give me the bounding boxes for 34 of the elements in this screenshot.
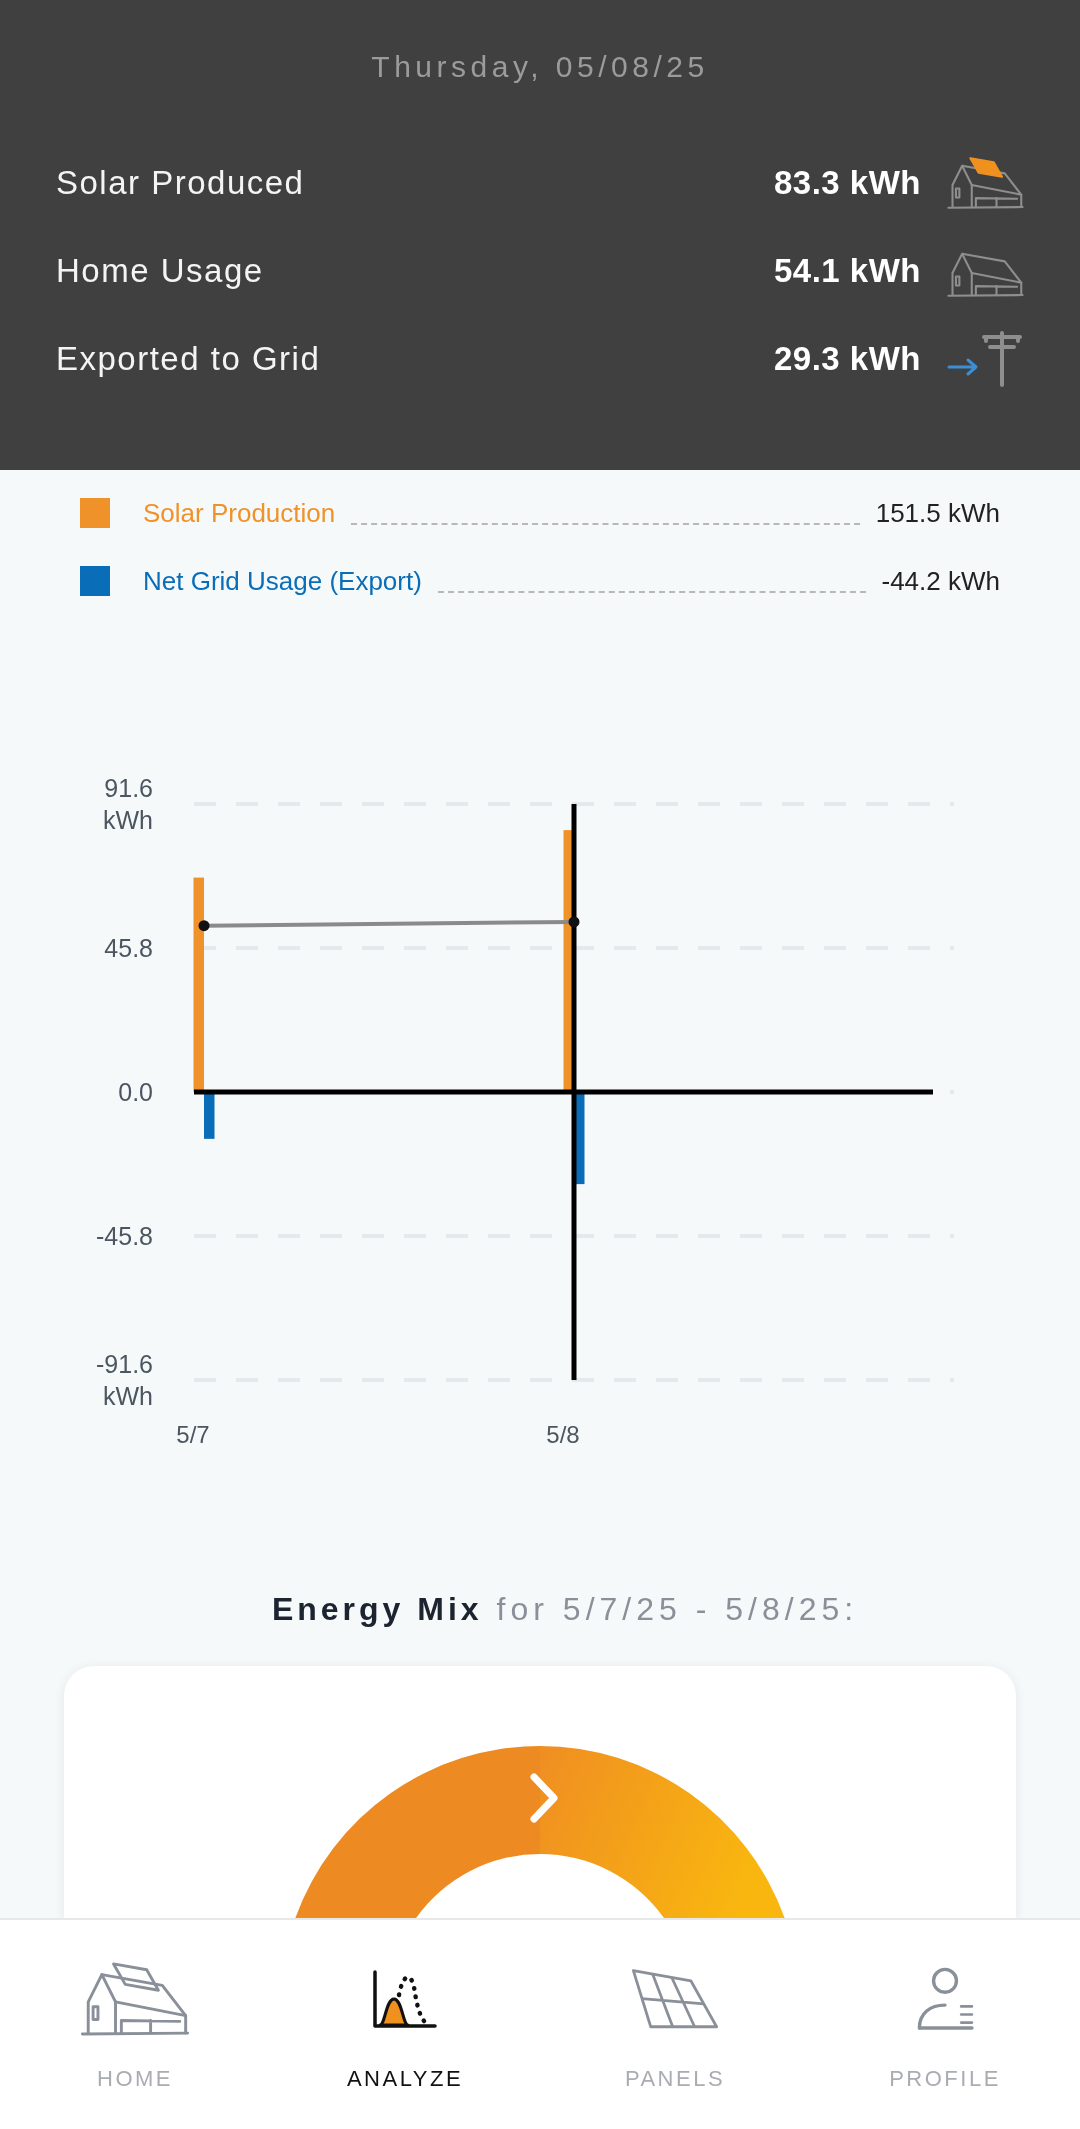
solar-panel-icon (632, 1969, 718, 2029)
stat-value: 83.3 kWh (773, 163, 921, 204)
stat-label: Home Usage (56, 251, 264, 292)
house-icon (80, 1961, 190, 2037)
data-point (198, 920, 210, 932)
section-title: Energy Mix (271, 1590, 483, 1629)
y-axis-label: -91.6 kWh (96, 1350, 153, 1410)
date-label: Thursday, 05/08/25 (371, 49, 709, 85)
y-axis-label: -45.8 (96, 1222, 153, 1250)
data-point (568, 916, 580, 928)
nav-tab[interactable]: HOME (0, 1920, 270, 2129)
y-axis-label: 0.0 (118, 1078, 153, 1106)
x-axis-label: 5/8 (546, 1421, 580, 1448)
stat-label: Exported to Grid (56, 339, 321, 380)
stat-value: 54.1 kWh (773, 251, 921, 292)
nav-tab[interactable]: ANALYZE (270, 1920, 540, 2129)
legend-label: Solar Production (143, 496, 336, 530)
x-axis-label: 5/7 (176, 1421, 210, 1448)
utility-pole-icon (980, 331, 1024, 387)
stat-value: 29.3 kWh (773, 339, 921, 380)
legend-label: Net Grid Usage (Export) (143, 564, 422, 598)
y-axis-label: 91.6 kWh (103, 774, 153, 834)
y-axis-label: 45.8 (104, 934, 153, 962)
chevron-right-icon[interactable] (529, 1773, 559, 1823)
user-profile-icon (915, 1966, 975, 2032)
legend-total: -44.2 kWh (881, 564, 1000, 598)
section-subtitle: for 5/7/25 - 5/8/25: (496, 1590, 859, 1629)
nav-tab[interactable]: PANELS (540, 1920, 810, 2129)
nav-tab[interactable]: PROFILE (810, 1920, 1080, 2129)
arrow-right-icon (947, 357, 979, 377)
bell-curve-chart-icon (372, 1969, 438, 2029)
solar-house-icon (947, 156, 1024, 210)
legend-total: 151.5 kWh (875, 496, 1000, 530)
stat-label: Solar Produced (56, 163, 305, 204)
